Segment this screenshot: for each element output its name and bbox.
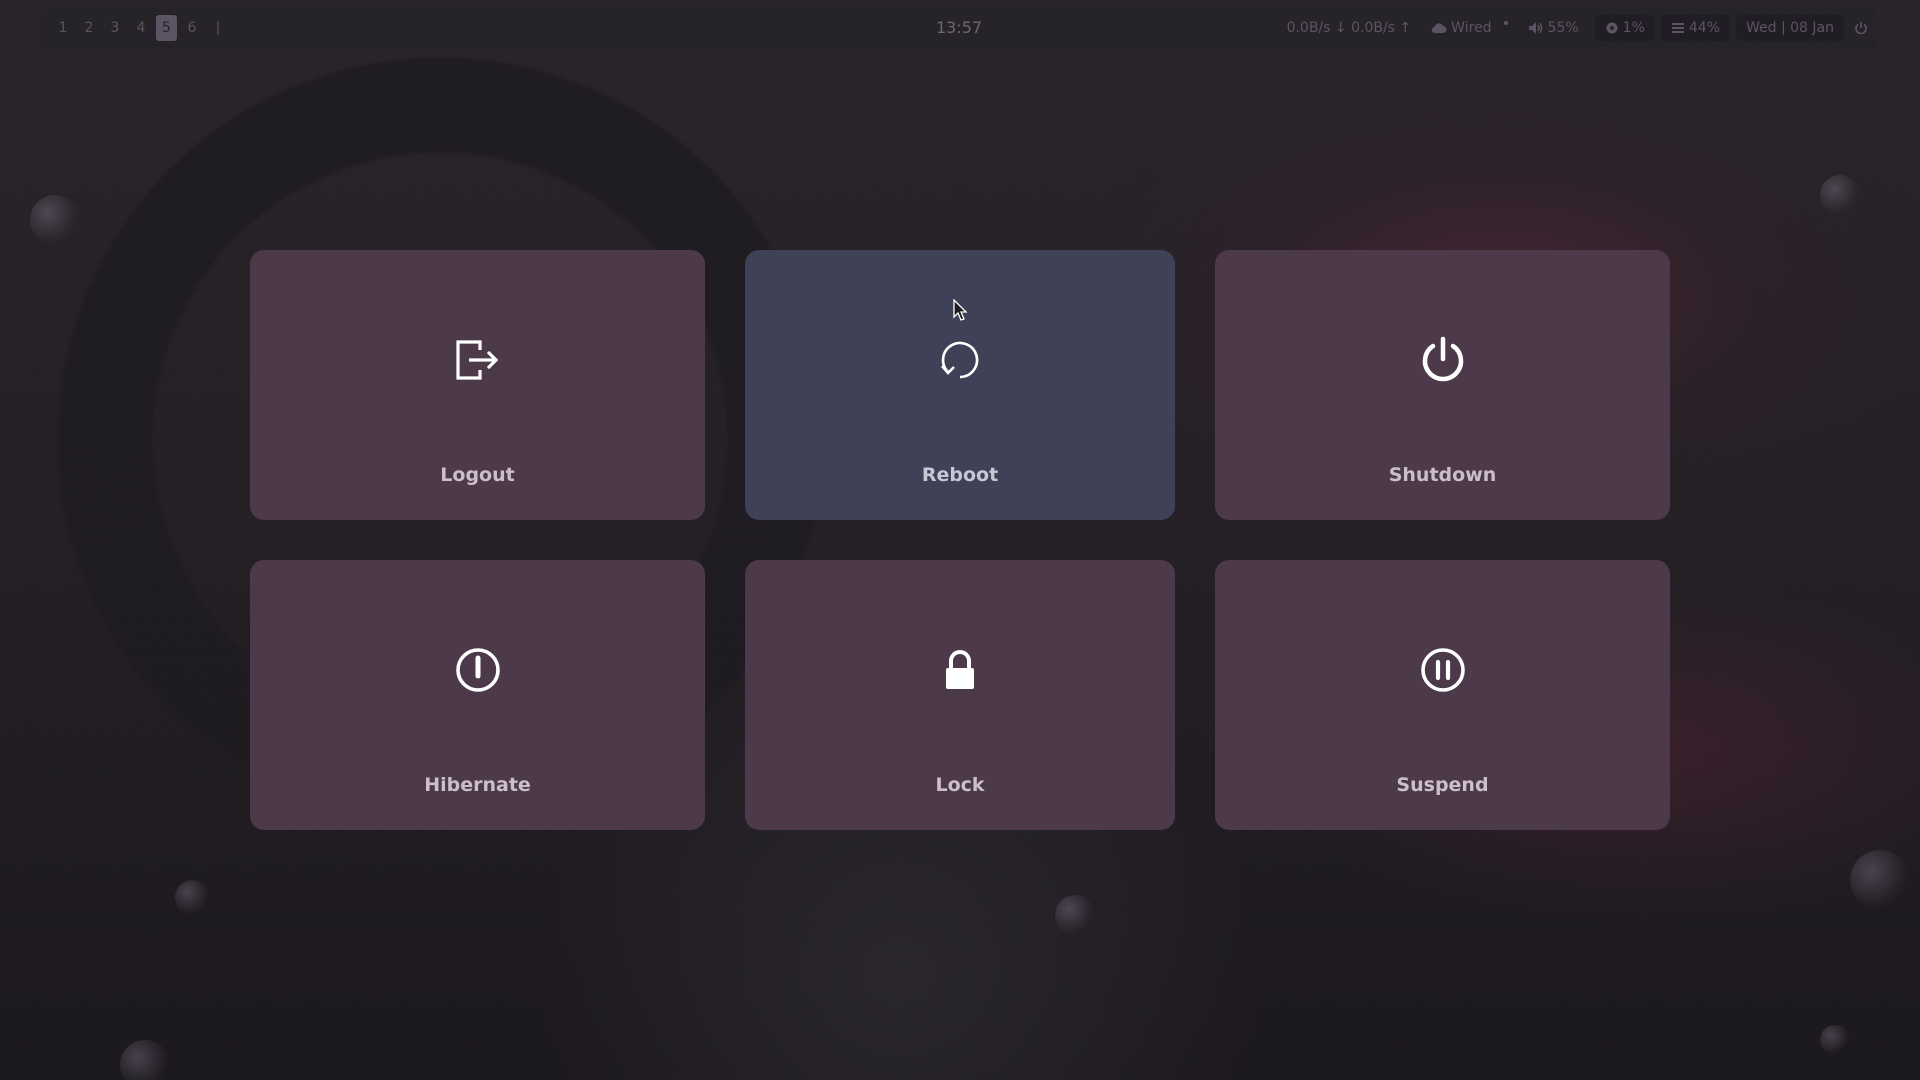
suspend-label: Suspend: [1396, 774, 1489, 796]
lock-label: Lock: [935, 774, 985, 796]
memory-icon: [1671, 22, 1685, 34]
reboot-button[interactable]: Reboot: [745, 250, 1175, 520]
pause-icon: [1417, 644, 1469, 696]
network-module[interactable]: Wired: [1421, 15, 1517, 41]
hibernate-button[interactable]: Hibernate: [250, 560, 705, 830]
memory-value: 44%: [1688, 20, 1720, 36]
cpu-module[interactable]: 1%: [1594, 15, 1655, 41]
volume-value: 55%: [1547, 20, 1579, 36]
power-module[interactable]: [1844, 15, 1878, 41]
memory-module[interactable]: 44%: [1660, 15, 1730, 41]
power-icon: [1417, 334, 1469, 386]
reboot-icon: [934, 334, 986, 386]
wallpaper-bubble: [1850, 850, 1910, 910]
suspend-button[interactable]: Suspend: [1215, 560, 1670, 830]
cloud-icon: [1431, 22, 1447, 34]
hibernate-label: Hibernate: [424, 774, 531, 796]
wallpaper-bubble: [1820, 1025, 1850, 1055]
mouse-pointer-icon: [953, 298, 969, 323]
shutdown-button[interactable]: Shutdown: [1215, 250, 1670, 520]
power-icon: [1854, 21, 1868, 35]
wallpaper-bubble: [120, 1040, 170, 1080]
logout-label: Logout: [440, 464, 515, 486]
network-label: Wired: [1451, 20, 1492, 36]
logout-icon: [452, 334, 504, 386]
hibernate-icon: [452, 644, 504, 696]
shutdown-label: Shutdown: [1388, 464, 1497, 486]
power-menu: Logout Reboot Shutdown Hibernate Lock Su…: [250, 250, 1670, 830]
wallpaper-bubble: [30, 195, 80, 245]
top-status-bar: 1 2 3 4 5 6 | 13:57 0.0B/s ↓ 0.0B/s ↑ Wi…: [40, 8, 1878, 48]
status-modules: 0.0B/s ↓ 0.0B/s ↑ Wired 55% 1% 44% Wed |…: [1277, 15, 1878, 41]
logout-button[interactable]: Logout: [250, 250, 705, 520]
date-module[interactable]: Wed | 08 Jan: [1736, 15, 1844, 41]
wallpaper-bubble: [1055, 895, 1095, 935]
cpu-icon: [1605, 21, 1619, 35]
wallpaper-bubble: [1820, 175, 1860, 215]
lock-icon: [934, 644, 986, 696]
date-value: Wed | 08 Jan: [1746, 20, 1834, 36]
cpu-value: 1%: [1622, 20, 1645, 36]
speaker-icon: [1528, 21, 1544, 35]
lock-button[interactable]: Lock: [745, 560, 1175, 830]
wallpaper-bubble: [175, 880, 210, 915]
reboot-label: Reboot: [921, 464, 999, 486]
volume-module[interactable]: 55%: [1518, 15, 1589, 41]
network-speed: 0.0B/s ↓ 0.0B/s ↑: [1286, 20, 1412, 36]
network-dot-icon: [1503, 21, 1508, 25]
